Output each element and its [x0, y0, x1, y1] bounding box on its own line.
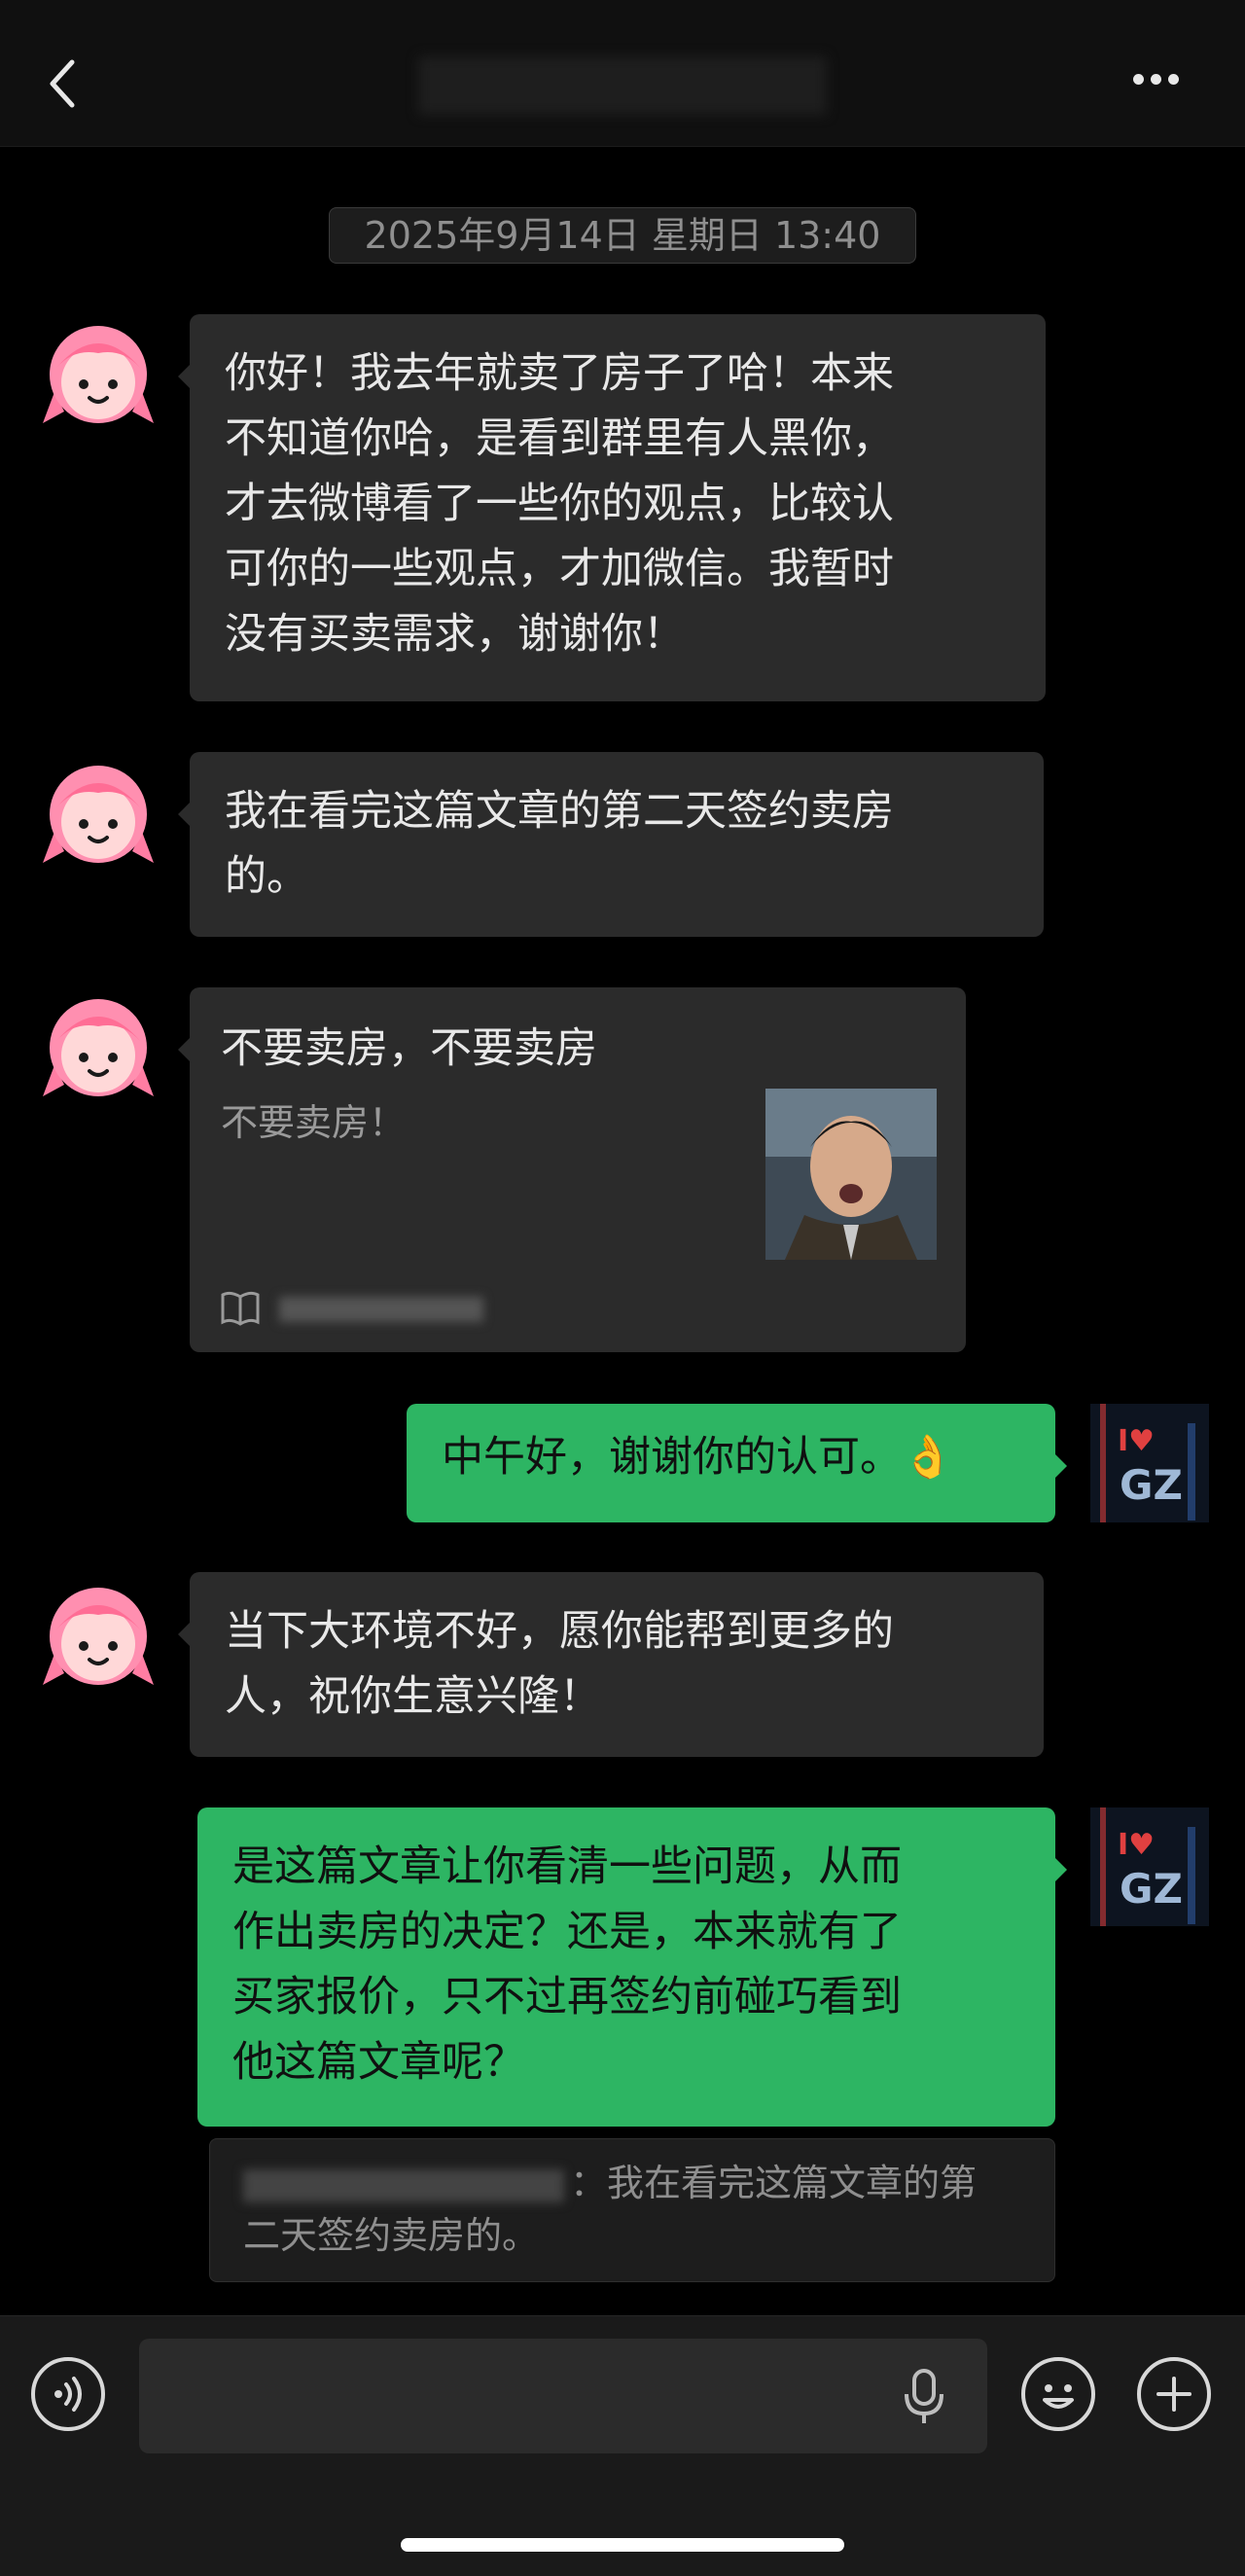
quote-line: 二天签约卖房的。	[243, 2214, 540, 2257]
my-message-bubble[interactable]: 中午好，谢谢你的认可。👌	[407, 1404, 1067, 1522]
article-source-blurred	[279, 1297, 483, 1322]
svg-text:I♥: I♥	[1118, 1828, 1155, 1862]
message-text-line: 当下大环境不好，愿你能帮到更多的	[225, 1607, 894, 1656]
article-thumbnail	[765, 1089, 937, 1260]
plus-icon[interactable]	[1137, 2357, 1211, 2431]
message-text-line: 的。	[225, 852, 308, 901]
emoji-icon[interactable]	[1021, 2357, 1095, 2431]
message-text-line: 中午好，谢谢你的认可。👌	[442, 1433, 954, 1482]
message-text-line: 才去微博看了一些你的观点，比较认	[225, 480, 894, 528]
message-text-line: 不知道你哈，是看到群里有人黑你，	[225, 414, 894, 463]
article-description: 不要卖房！	[221, 1101, 407, 1144]
contact-avatar[interactable]	[35, 1576, 161, 1702]
chevron-left-icon[interactable]	[43, 54, 86, 113]
chat-title	[418, 56, 827, 115]
voice-icon[interactable]	[31, 2357, 105, 2431]
message-bubble[interactable]: 你好！我去年就卖了房子了哈！本来 不知道你哈，是看到群里有人黑你， 才去微博看了…	[178, 314, 1046, 701]
quote-line: ：我在看完这篇文章的第	[243, 2157, 1021, 2209]
message-timestamp: 2025年9月14日 星期日 13:40	[329, 207, 916, 264]
top-bar	[0, 0, 1245, 147]
message-bubble[interactable]: 我在看完这篇文章的第二天签约卖房 的。	[178, 752, 1044, 937]
message-text-line: 没有买卖需求，谢谢你！	[225, 610, 685, 659]
my-avatar[interactable]: I♥ GZ	[1090, 1404, 1209, 1522]
message-bubble[interactable]: 当下大环境不好，愿你能帮到更多的 人，祝你生意兴隆！	[178, 1572, 1044, 1757]
message-input[interactable]	[139, 2339, 987, 2453]
message-text-line: 是这篇文章让你看清一些问题，从而	[232, 1843, 902, 1891]
quoted-sender-blurred	[243, 2168, 564, 2202]
article-title: 不要卖房，不要卖房	[221, 1024, 597, 1073]
book-icon	[219, 1289, 262, 1328]
microphone-icon[interactable]	[903, 2367, 945, 2425]
contact-avatar[interactable]	[35, 314, 161, 441]
message-text-line: 我在看完这篇文章的第二天签约卖房	[225, 787, 894, 836]
quote-text: 我在看完这篇文章的第	[607, 2162, 978, 2204]
my-message-bubble[interactable]: 是这篇文章让你看清一些问题，从而 作出卖房的决定？还是，本来就有了 买家报价，只…	[197, 1807, 1067, 2127]
contact-avatar[interactable]	[35, 754, 161, 880]
message-text-line: 作出卖房的决定？还是，本来就有了	[232, 1908, 902, 1956]
article-card[interactable]: 不要卖房，不要卖房 不要卖房！	[178, 987, 966, 1352]
svg-text:GZ: GZ	[1120, 1461, 1183, 1509]
my-avatar[interactable]: I♥ GZ	[1090, 1807, 1209, 1926]
message-text-line: 买家报价，只不过再签约前碰巧看到	[232, 1973, 902, 2021]
more-dots-icon[interactable]	[1133, 70, 1192, 97]
message-text-line: 可你的一些观点，才加微信。我暂时	[225, 545, 894, 593]
svg-text:GZ: GZ	[1120, 1865, 1183, 1913]
quoted-message[interactable]: ：我在看完这篇文章的第 二天签约卖房的。	[209, 2138, 1055, 2282]
quote-separator: ：	[570, 2162, 608, 2204]
message-text-line: 他这篇文章呢？	[232, 2038, 525, 2087]
message-text-line: 你好！我去年就卖了房子了哈！本来	[225, 349, 894, 398]
contact-avatar[interactable]	[35, 987, 161, 1114]
message-text-line: 人，祝你生意兴隆！	[225, 1672, 601, 1721]
svg-text:I♥: I♥	[1118, 1424, 1155, 1458]
home-indicator	[401, 2538, 844, 2552]
